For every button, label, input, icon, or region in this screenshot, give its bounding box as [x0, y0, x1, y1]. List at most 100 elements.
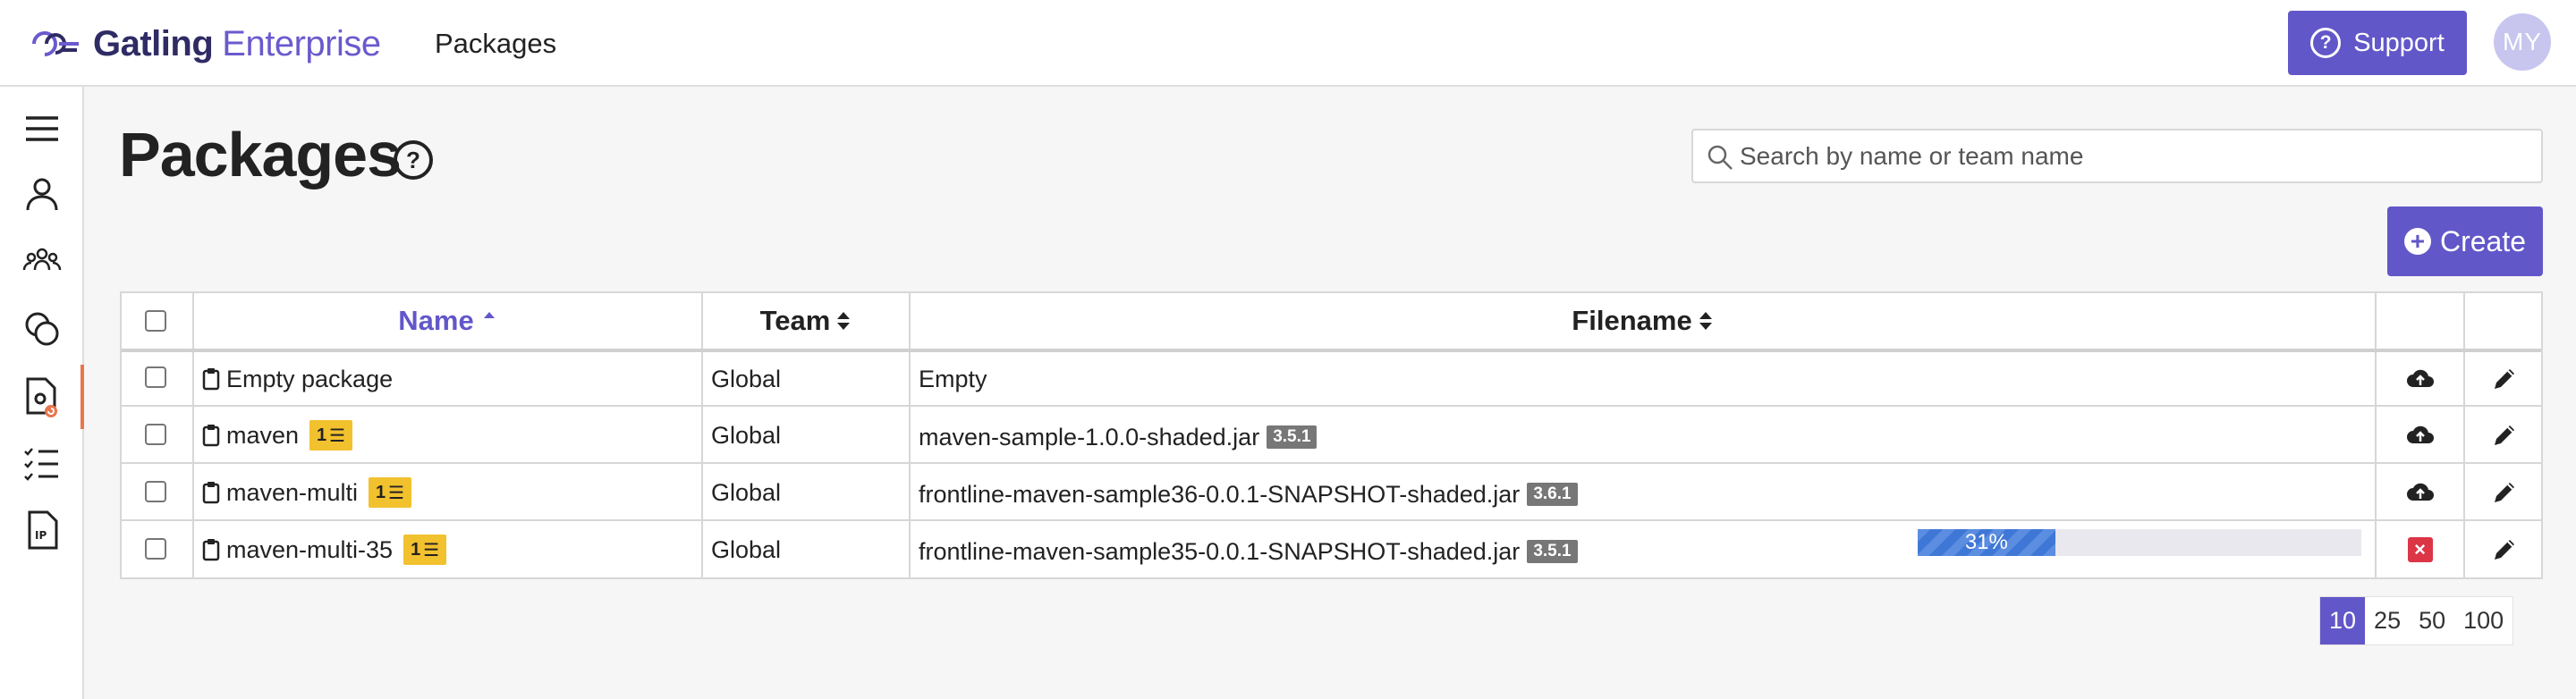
column-header-filename-label: Filename: [1572, 305, 1692, 336]
version-badge: 3.5.1: [1267, 425, 1318, 449]
progress-label: 31%: [1964, 530, 2008, 554]
column-header-name[interactable]: Name: [194, 293, 701, 349]
clipboard-icon: [202, 539, 220, 561]
edit-button[interactable]: [2465, 465, 2543, 520]
version-badge: 3.6.1: [1527, 483, 1578, 506]
menu-icon: [26, 116, 58, 141]
package-filename: frontline-maven-sample36-0.0.1-SNAPSHOT-…: [919, 465, 1578, 524]
clipboard-icon: [202, 482, 220, 504]
page-size-100[interactable]: 100: [2454, 597, 2512, 644]
sidebar-menu-toggle[interactable]: [0, 97, 84, 161]
select-all-checkbox[interactable]: [145, 306, 166, 336]
sidebar-item-packages[interactable]: [0, 365, 84, 429]
top-header: Gatling Enterprise Packages ? Support MY: [0, 0, 2576, 87]
package-name: maven-multi-35: [226, 535, 394, 563]
column-header-team[interactable]: Team: [703, 293, 909, 349]
row-divider: [122, 405, 2541, 407]
simulation-count-badge[interactable]: 1 ☰: [369, 477, 412, 508]
sort-icon: [1699, 312, 1712, 330]
table-row-name[interactable]: maven-multi 1 ☰: [202, 465, 412, 520]
simulation-count-badge[interactable]: 1 ☰: [403, 535, 447, 565]
page-size-10[interactable]: 10: [2320, 597, 2366, 644]
user-avatar[interactable]: MY: [2494, 13, 2551, 71]
cloud-upload-icon: [2406, 425, 2434, 443]
list-icon: ☰: [423, 540, 440, 560]
package-filename: frontline-maven-sample35-0.0.1-SNAPSHOT-…: [919, 522, 1578, 581]
search-input[interactable]: [1738, 138, 2525, 175]
header-divider: [122, 349, 2541, 352]
clipboard-icon: [202, 425, 220, 447]
badge-count: 1: [411, 539, 421, 560]
version-badge: 3.5.1: [1527, 540, 1578, 563]
edit-button[interactable]: [2465, 352, 2543, 406]
package-name: maven-multi: [226, 478, 359, 506]
edit-button[interactable]: [2465, 408, 2543, 463]
question-circle-icon: ?: [2310, 28, 2342, 58]
pencil-icon: [2494, 369, 2514, 389]
gatling-logo[interactable]: Gatling Enterprise: [27, 21, 381, 66]
create-button[interactable]: + Create: [2387, 206, 2543, 276]
support-button[interactable]: ? Support: [2288, 11, 2467, 75]
sort-icon: [837, 312, 851, 330]
package-settings-icon: [26, 377, 57, 417]
column-header-team-label: Team: [759, 305, 831, 336]
row-checkbox[interactable]: [145, 533, 166, 565]
brand-suffix: Enterprise: [222, 23, 381, 63]
row-checkbox[interactable]: [145, 476, 166, 508]
sidebar-item-private-locations[interactable]: IP: [0, 498, 84, 562]
plus-circle-icon: +: [2403, 228, 2431, 255]
upload-button[interactable]: [2377, 352, 2463, 406]
edit-button[interactable]: [2465, 522, 2543, 577]
brand-name: Gatling: [93, 23, 214, 63]
simulation-count-badge[interactable]: 1 ☰: [309, 420, 353, 451]
user-icon: [26, 178, 58, 211]
sidebar-item-teams[interactable]: [0, 229, 84, 293]
sidebar-item-users[interactable]: [0, 162, 84, 226]
cloud-upload-icon: [2406, 483, 2434, 501]
upload-button[interactable]: [2377, 465, 2463, 520]
question-icon[interactable]: ?: [394, 140, 433, 180]
close-icon: ×: [2407, 537, 2433, 562]
list-icon: ☰: [329, 425, 346, 446]
row-checkbox[interactable]: [145, 418, 166, 451]
package-team: Global: [711, 365, 782, 392]
filename-text: frontline-maven-sample35-0.0.1-SNAPSHOT-…: [919, 537, 1521, 565]
pencil-icon: [2494, 483, 2514, 502]
filename-text: maven-sample-1.0.0-shaded.jar: [919, 423, 1260, 451]
clipboard-icon: [202, 368, 220, 391]
table-row-name[interactable]: maven 1 ☰: [202, 408, 353, 463]
page-size-25[interactable]: 25: [2365, 597, 2410, 644]
pencil-icon: [2494, 425, 2514, 445]
sidebar-item-simulations[interactable]: [0, 432, 84, 496]
search-box[interactable]: [1691, 129, 2543, 183]
package-name: maven: [226, 421, 300, 449]
table-row-name[interactable]: maven-multi-35 1 ☰: [202, 522, 447, 577]
package-filename: Empty: [919, 365, 987, 392]
search-icon: [1707, 145, 1733, 170]
page-size-50[interactable]: 50: [2410, 597, 2454, 644]
row-checkbox[interactable]: [145, 361, 166, 393]
ip-document-icon: IP: [28, 510, 58, 550]
upload-button[interactable]: [2377, 408, 2463, 463]
cancel-upload-button[interactable]: ×: [2377, 522, 2463, 577]
sidebar: IP: [0, 87, 84, 699]
checklist-icon: [24, 448, 58, 481]
badge-count: 1: [317, 425, 327, 445]
page-title: Packages: [119, 120, 402, 189]
coins-icon: [25, 312, 59, 346]
filename-text: frontline-maven-sample36-0.0.1-SNAPSHOT-…: [919, 480, 1521, 508]
badge-count: 1: [376, 482, 386, 502]
column-header-filename[interactable]: Filename: [911, 293, 2375, 349]
pencil-icon: [2494, 540, 2514, 560]
support-label: Support: [2353, 28, 2445, 57]
package-filename: maven-sample-1.0.0-shaded.jar 3.5.1: [919, 408, 1318, 467]
table-row-name[interactable]: Empty package: [202, 352, 393, 406]
package-team: Global: [711, 535, 782, 563]
header-page-label: Packages: [435, 28, 557, 59]
page-size-selector: 10 25 50 100: [2319, 596, 2514, 645]
package-team: Global: [711, 421, 782, 449]
package-team: Global: [711, 478, 782, 506]
upload-progress-bar: 31%: [1918, 529, 2361, 556]
sidebar-item-billing[interactable]: [0, 296, 84, 360]
cloud-upload-icon: [2406, 369, 2434, 387]
